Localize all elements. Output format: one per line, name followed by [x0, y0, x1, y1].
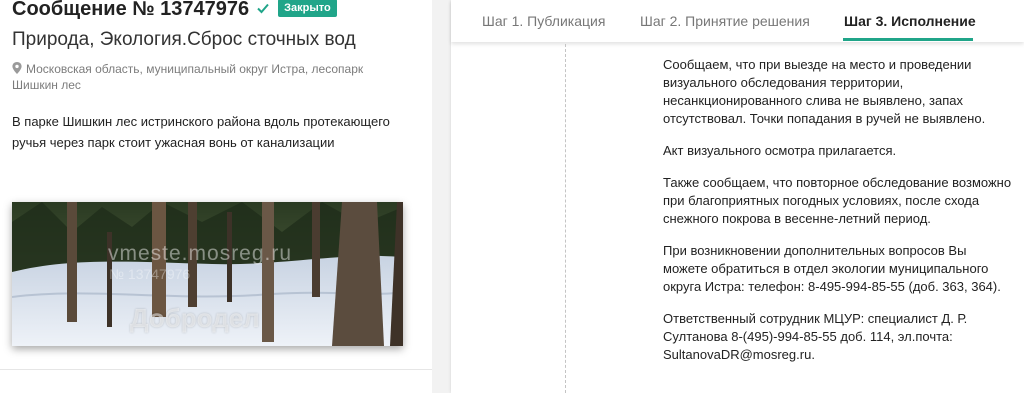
- message-category: Природа, Экология.Сброс сточных вод: [12, 29, 356, 50]
- steps-panel: Шаг 1. Публикация Шаг 2. Принятие решени…: [451, 0, 1024, 393]
- photo-watermark-brand: Добродел: [130, 303, 260, 333]
- response-paragraph: Также сообщаем, что повторное обследован…: [663, 175, 1012, 226]
- photo-watermark-number: № 13747976: [109, 266, 191, 282]
- divider: [0, 369, 432, 370]
- message-title: Сообщение № 13747976: [12, 0, 250, 20]
- message-description: В парке Шишкин лес истринского района вд…: [12, 114, 390, 150]
- location-text: Московская область, муниципальный округ …: [12, 62, 364, 92]
- map-pin-icon: [12, 62, 22, 74]
- response-paragraph: Ответственный сотрудник МЦУР: специалист…: [663, 311, 968, 362]
- response-paragraph: Акт визуального осмотра прилагается.: [663, 143, 897, 158]
- message-header: Сообщение № 13747976 Закрыто: [12, 0, 337, 21]
- tab-step-2[interactable]: Шаг 2. Принятие решения: [640, 13, 810, 29]
- tab-step-3[interactable]: Шаг 3. Исполнение: [844, 13, 976, 29]
- message-panel: Сообщение № 13747976 Закрыто Природа, Эк…: [0, 0, 432, 393]
- active-tab-indicator: [843, 38, 973, 41]
- status-badge: Закрыто: [278, 0, 337, 17]
- message-location: Московская область, муниципальный округ …: [12, 61, 412, 93]
- photo-watermark-site: vmeste.mosreg.ru: [108, 242, 293, 265]
- message-photo[interactable]: vmeste.mosreg.ru № 13747976 Добродел: [12, 202, 403, 346]
- timeline-line: [565, 44, 566, 393]
- steps-tabbar: Шаг 1. Публикация Шаг 2. Принятие решени…: [451, 0, 1024, 42]
- tab-step-1[interactable]: Шаг 1. Публикация: [482, 13, 605, 29]
- response-paragraph: При возникновении дополнительных вопросо…: [663, 243, 1001, 294]
- response-text: Сообщаем, что при выезде на место и пров…: [663, 56, 1013, 378]
- check-icon: [257, 3, 269, 14]
- response-paragraph: Сообщаем, что при выезде на место и пров…: [663, 57, 986, 126]
